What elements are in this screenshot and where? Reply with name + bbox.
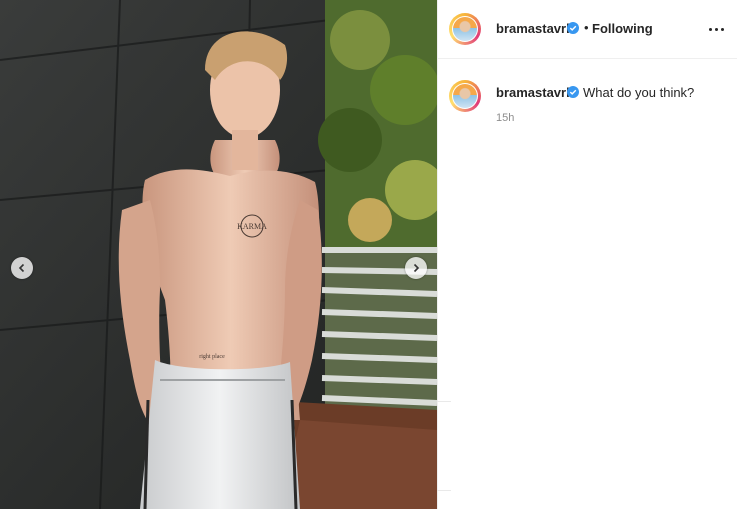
separator-dot: • [584, 20, 589, 35]
chevron-left-icon [18, 263, 25, 273]
caption-text: What do you think? [583, 85, 695, 100]
tattoo-abdomen-text: right place [199, 354, 225, 360]
more-options-button[interactable] [706, 20, 726, 38]
comment-username-link[interactable]: bramastavrl [496, 85, 570, 100]
post-header: bramastavrl • Following [438, 0, 737, 59]
avatar[interactable] [449, 80, 481, 112]
timestamp[interactable]: 15h [496, 112, 514, 124]
photo-illustration: KARMA right place [0, 0, 437, 509]
following-button[interactable]: Following [592, 21, 653, 36]
chevron-right-icon [413, 263, 420, 273]
divider [437, 401, 451, 402]
post-side-panel: bramastavrl • Following bramastavrl What… [438, 0, 737, 509]
header-username-link[interactable]: bramastavrl [496, 21, 570, 36]
carousel-prev-button[interactable] [11, 257, 33, 279]
more-horizontal-icon [708, 27, 712, 31]
divider [437, 490, 451, 491]
verified-badge-icon [567, 22, 579, 34]
carousel-next-button[interactable] [405, 257, 427, 279]
post-photo[interactable]: KARMA right place [0, 0, 437, 509]
avatar[interactable] [449, 13, 481, 45]
verified-badge-icon [567, 86, 579, 98]
